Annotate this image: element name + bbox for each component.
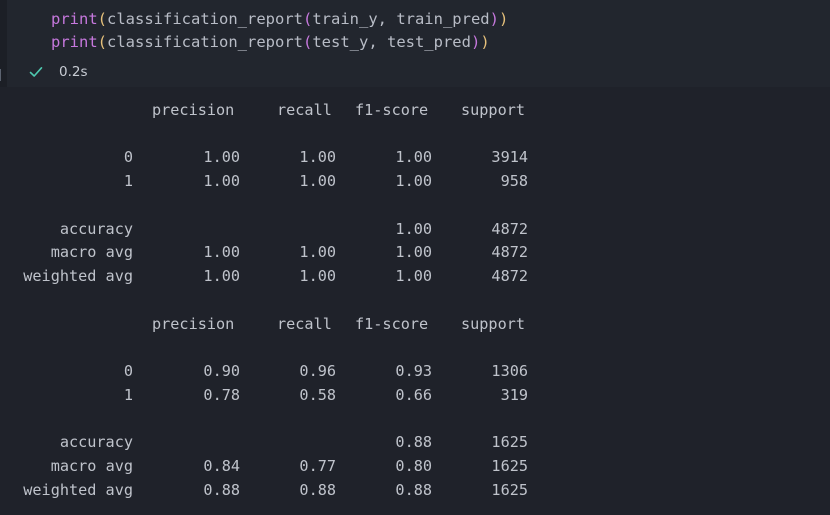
cell-output: precision recall f1-score support 0 1.00… xyxy=(0,87,830,515)
row-label: weighted avg xyxy=(23,267,133,285)
header-f1-score: f1-score xyxy=(355,315,429,333)
cell-f1: 0.88 xyxy=(395,481,432,499)
cell-support: 958 xyxy=(500,172,528,190)
cell-precision: 0.90 xyxy=(203,362,240,380)
execution-time: 0.2s xyxy=(59,64,88,80)
row-label: 1 xyxy=(123,386,133,404)
cell-support: 1625 xyxy=(491,433,528,451)
cell-precision: 1.00 xyxy=(203,243,240,261)
paren-open: ( xyxy=(302,10,313,28)
cell-f1: 0.66 xyxy=(395,386,432,404)
header-precision: precision xyxy=(152,315,235,333)
cell-precision: 1.00 xyxy=(203,267,240,285)
cell-precision: 1.00 xyxy=(203,148,240,166)
cell-precision: 0.88 xyxy=(203,481,240,499)
header-support: support xyxy=(461,101,526,119)
code-line-2[interactable]: print(classification_report(test_y, test… xyxy=(51,31,490,53)
paren-close: ) xyxy=(498,10,509,28)
cell-support: 319 xyxy=(500,386,528,404)
cell-precision: 0.84 xyxy=(203,457,240,475)
cell-recall: 0.96 xyxy=(299,362,336,380)
print-keyword: print xyxy=(51,10,98,28)
cell-support: 4872 xyxy=(491,243,528,261)
function-args: test_y, test_pred xyxy=(312,33,471,51)
paren-open: ( xyxy=(302,33,313,51)
cell-f1: 1.00 xyxy=(395,243,432,261)
row-label: macro avg xyxy=(50,243,133,261)
cell-recall: 1.00 xyxy=(299,172,336,190)
row-label: macro avg xyxy=(50,457,133,475)
print-keyword: print xyxy=(51,33,98,51)
cell-recall: 0.58 xyxy=(299,386,336,404)
cell-support: 1306 xyxy=(491,362,528,380)
cell-recall: 0.77 xyxy=(299,457,336,475)
paren-open: ( xyxy=(97,10,108,28)
cell-precision: 1.00 xyxy=(203,172,240,190)
row-label: accuracy xyxy=(59,433,133,451)
paren-close: ) xyxy=(489,10,499,28)
execution-status: 0.2s xyxy=(0,61,830,83)
cell-support: 4872 xyxy=(491,267,528,285)
cell-f1: 0.93 xyxy=(395,362,432,380)
cell-precision: 0.78 xyxy=(203,386,240,404)
row-label: 1 xyxy=(123,172,133,190)
row-label: 0 xyxy=(123,362,133,380)
cell-f1: 0.80 xyxy=(395,457,432,475)
cell-recall: 0.88 xyxy=(299,481,336,499)
cell-f1: 1.00 xyxy=(395,267,432,285)
function-name: classification_report xyxy=(107,33,303,51)
function-name: classification_report xyxy=(107,10,303,28)
cell-support: 4872 xyxy=(491,220,528,238)
cell-support: 3914 xyxy=(491,148,528,166)
header-recall: recall xyxy=(277,315,332,333)
function-args: train_y, train_pred xyxy=(312,10,490,28)
cell-f1: 0.88 xyxy=(395,433,432,451)
cell-f1: 1.00 xyxy=(395,148,432,166)
cell-recall: 1.00 xyxy=(299,148,336,166)
code-line-1[interactable]: print(classification_report(train_y, tra… xyxy=(51,8,508,30)
gutter-marker xyxy=(0,69,1,81)
check-icon xyxy=(29,67,43,77)
header-f1-score: f1-score xyxy=(355,101,429,119)
paren-close: ) xyxy=(470,33,481,51)
cell-support: 1625 xyxy=(491,457,528,475)
cell-support: 1625 xyxy=(491,481,528,499)
code-cell[interactable]: print(classification_report(train_y, tra… xyxy=(0,0,830,87)
cell-recall: 1.00 xyxy=(299,267,336,285)
header-support: support xyxy=(461,315,526,333)
row-label: weighted avg xyxy=(23,481,133,499)
row-label: 0 xyxy=(123,148,133,166)
paren-close: ) xyxy=(480,33,490,51)
cell-f1: 1.00 xyxy=(395,172,432,190)
cell-f1: 1.00 xyxy=(395,220,432,238)
paren-open: ( xyxy=(97,33,108,51)
cell-recall: 1.00 xyxy=(299,243,336,261)
row-label: accuracy xyxy=(59,220,133,238)
header-precision: precision xyxy=(152,101,235,119)
header-recall: recall xyxy=(277,101,332,119)
